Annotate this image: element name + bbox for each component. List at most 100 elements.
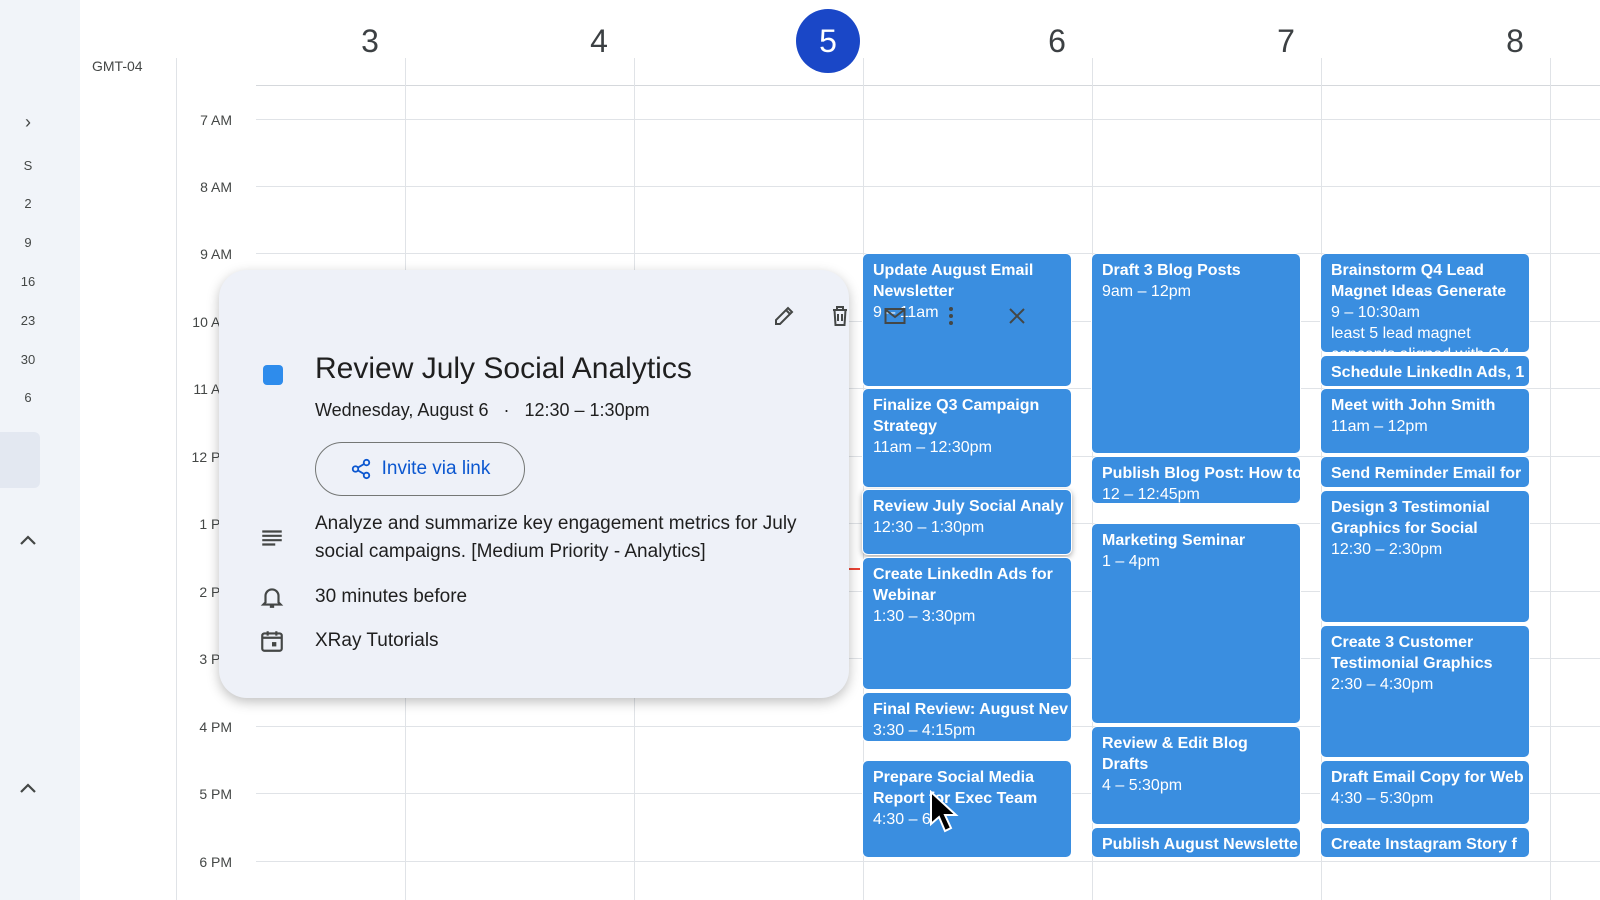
hour-label: 6 PM — [199, 854, 232, 870]
event-time: 1:30 – 3:30pm — [873, 608, 976, 625]
event-title: Review July Social Analy — [873, 498, 1064, 515]
event-time: 4:30 – 6 — [873, 811, 931, 828]
share-icon — [351, 458, 370, 480]
collapse-chevron-icon[interactable] — [0, 530, 56, 551]
event-time: 9 – 10:30am — [1331, 304, 1420, 321]
calendar-event[interactable]: Publish August Newslette — [1091, 827, 1301, 858]
expand-chevron-icon[interactable]: › — [0, 112, 56, 133]
event-title: Marketing Seminar — [1102, 532, 1246, 549]
email-icon — [884, 308, 906, 324]
calendar-event[interactable]: Design 3 Testimonial Graphics for Social… — [1320, 490, 1530, 623]
event-title: Design 3 Testimonial Graphics for Social — [1331, 499, 1490, 537]
bell-icon — [259, 584, 285, 610]
current-week-highlight — [0, 432, 40, 488]
more-options-button[interactable] — [933, 298, 969, 334]
event-time: 2:30 – 4:30pm — [1331, 676, 1434, 693]
calendar-event[interactable]: Meet with John Smith 11am – 12pm — [1320, 388, 1530, 454]
event-date: Wednesday, August 6 — [315, 400, 489, 420]
invite-label: Invite via link — [381, 458, 491, 479]
selected-calendar-event[interactable]: Review July Social Analy 12:30 – 1:30pm — [862, 489, 1072, 555]
sidebar-letter: S — [23, 158, 33, 173]
calendar-event[interactable]: Finalize Q3 Campaign Strategy 11am – 12:… — [862, 388, 1072, 488]
event-title: Meet with John Smith — [1331, 397, 1496, 414]
day-header-today[interactable]: 5 — [714, 6, 942, 76]
chevron-up-icon — [20, 535, 36, 545]
invite-via-link-button[interactable]: Invite via link — [315, 442, 525, 496]
hour-label: 12 PM — [191, 449, 232, 465]
calendar-event[interactable]: Marketing Seminar 1 – 4pm — [1091, 523, 1301, 724]
event-title: Send Reminder Email for — [1331, 465, 1522, 482]
week-number[interactable]: 6 — [0, 390, 56, 405]
calendar-event[interactable]: Prepare Social Media Report for Exec Tea… — [862, 760, 1072, 858]
today-circle: 5 — [796, 9, 860, 73]
calendar-event[interactable]: Create LinkedIn Ads for Webinar 1:30 – 3… — [862, 557, 1072, 690]
hour-label: 2 PM — [199, 584, 232, 600]
event-title: Brainstorm Q4 Lead Magnet Ideas Generate — [1331, 262, 1507, 300]
day-header[interactable]: 8 — [1401, 6, 1600, 76]
event-description: Analyze and summarize key engagement met… — [315, 513, 797, 562]
calendar-event[interactable]: Publish Blog Post: How to 12 – 12:45pm — [1091, 456, 1301, 504]
calendar-event[interactable]: Draft Email Copy for Web 4:30 – 5:30pm — [1320, 760, 1530, 825]
event-time: 12 – 12:45pm — [1102, 486, 1200, 503]
day-header[interactable]: 4 — [485, 6, 713, 76]
week-number[interactable]: 23 — [0, 313, 56, 328]
hour-label: 9 AM — [200, 246, 232, 262]
header-divider — [256, 85, 1600, 86]
week-number[interactable]: 30 — [0, 352, 56, 367]
calendar-icon — [259, 628, 285, 654]
separator-dot: · — [503, 400, 510, 420]
event-title: Draft Email Copy for Web — [1331, 769, 1524, 786]
event-time: 3:30 – 4:15pm — [873, 722, 976, 739]
hour-label: 1 PM — [199, 516, 232, 532]
hour-line — [256, 119, 1600, 120]
event-title-heading: Review July Social Analytics — [315, 352, 692, 385]
event-description: least 5 lead magnet concepts aligned wit… — [1331, 325, 1510, 352]
event-title: Publish Blog Post: How to — [1102, 465, 1301, 482]
calendar-event[interactable]: Draft 3 Blog Posts 9am – 12pm — [1091, 253, 1301, 454]
day-divider — [1550, 58, 1551, 900]
event-time: 1 – 4pm — [1102, 553, 1160, 570]
event-title: Prepare Social Media Report for Exec Tea… — [873, 769, 1038, 807]
edit-button[interactable] — [766, 298, 802, 334]
close-button[interactable] — [999, 298, 1035, 334]
mini-sidebar: › S 2 9 16 23 30 6 — [0, 0, 80, 900]
collapse-chevron-icon-2[interactable] — [0, 778, 56, 799]
event-time: 11am – 12:30pm — [873, 439, 992, 456]
event-time-range: 12:30 – 1:30pm — [524, 400, 650, 420]
event-title: Review & Edit Blog Drafts — [1102, 735, 1248, 773]
hour-label: 8 AM — [200, 179, 232, 195]
event-title: Finalize Q3 Campaign Strategy — [873, 397, 1040, 435]
event-detail-popup: Review July Social Analytics Wednesday, … — [219, 270, 1025, 698]
hour-label: 3 PM — [199, 651, 232, 667]
event-title: Schedule LinkedIn Ads, 1 — [1331, 364, 1525, 381]
calendar-event[interactable]: Final Review: August Nev 3:30 – 4:15pm — [862, 692, 1072, 742]
week-number[interactable]: 16 — [0, 274, 56, 289]
event-time: 9am – 12pm — [1102, 283, 1191, 300]
calendar-event[interactable]: Schedule LinkedIn Ads, 1 — [1320, 355, 1530, 387]
hour-label: 11 AM — [193, 381, 232, 397]
event-title: Update August Email Newsletter — [873, 262, 1034, 300]
calendar-event[interactable]: Create Instagram Story f — [1320, 827, 1530, 858]
event-title: Create LinkedIn Ads for Webinar — [873, 566, 1053, 604]
calendar-event[interactable]: Brainstorm Q4 Lead Magnet Ideas Generate… — [1320, 253, 1530, 353]
week-number[interactable]: 9 — [0, 235, 56, 250]
event-title: Create Instagram Story f — [1331, 836, 1517, 853]
edit-icon — [775, 306, 794, 325]
calendar-event[interactable]: Review & Edit Blog Drafts 4 – 5:30pm — [1091, 726, 1301, 825]
hour-line — [256, 186, 1600, 187]
calendar-event[interactable]: Send Reminder Email for — [1320, 456, 1530, 488]
chevron-up-icon — [20, 783, 36, 793]
day-header[interactable]: 7 — [1172, 6, 1400, 76]
calendar-event[interactable]: Create 3 Customer Testimonial Graphics 2… — [1320, 625, 1530, 758]
hour-label: 4 PM — [199, 719, 232, 735]
event-title: Final Review: August Nev — [873, 701, 1068, 718]
hour-line — [256, 861, 1600, 862]
day-header[interactable]: 3 — [256, 6, 484, 76]
delete-button[interactable] — [822, 298, 858, 334]
day-header[interactable]: 6 — [943, 6, 1171, 76]
email-guests-button[interactable] — [877, 298, 913, 334]
close-icon — [1009, 308, 1025, 324]
timezone-label: GMT-04 — [92, 58, 143, 74]
week-number[interactable]: 2 — [0, 196, 56, 211]
event-time: 12:30 – 1:30pm — [873, 519, 985, 536]
